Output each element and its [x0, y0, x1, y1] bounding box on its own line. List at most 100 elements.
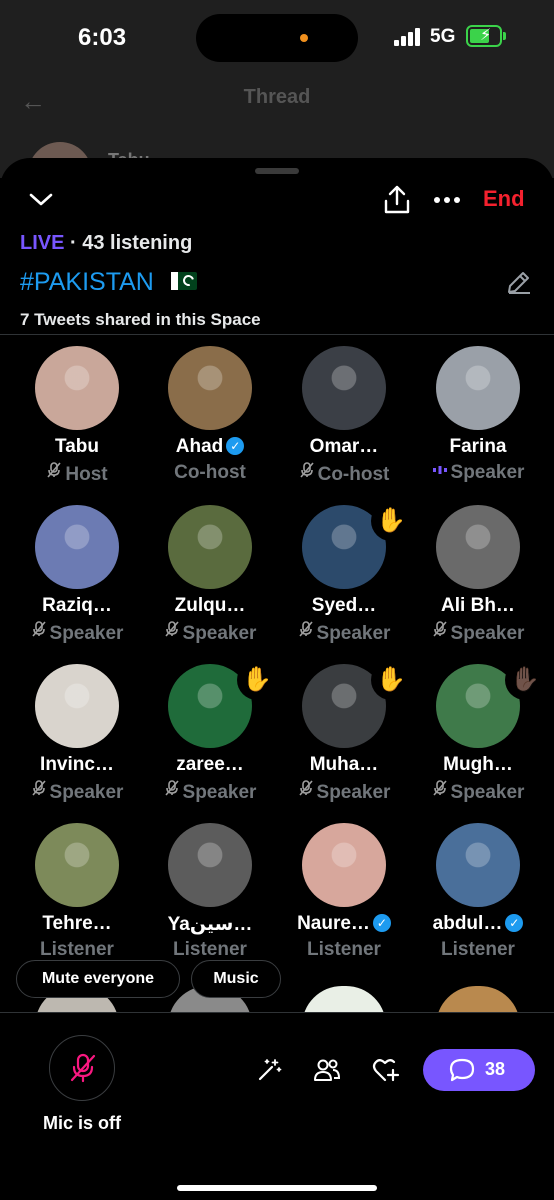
avatar	[302, 823, 386, 907]
participant-name: Yaسین…	[141, 913, 279, 936]
avatar	[35, 664, 119, 748]
participant-name: Tehre…	[8, 913, 146, 935]
participant-tile[interactable]: Invinc… Speaker	[8, 664, 146, 814]
participant-role-text: Co-host	[317, 464, 390, 485]
participant-name-text: Raziq…	[42, 595, 112, 616]
participant-tile[interactable]: Naure… ✓ Listener	[275, 823, 413, 973]
avatar	[436, 505, 520, 589]
home-indicator[interactable]	[177, 1185, 377, 1191]
participant-role-text: Speaker	[316, 782, 391, 803]
participant-tile[interactable]: ✋ zaree… Speaker	[141, 660, 279, 814]
participant-tile[interactable]: Raziq… Speaker	[8, 505, 146, 655]
participant-name-text: Naure…	[297, 913, 370, 934]
participant-name: Muha…	[275, 754, 413, 776]
participant-tile[interactable]: ✋ Muha… Speaker	[275, 660, 413, 814]
participant-role-text: Listener	[40, 939, 114, 960]
participant-role: Speaker	[409, 621, 547, 645]
avatar	[35, 505, 119, 589]
more-icon[interactable]	[433, 193, 461, 211]
edit-icon[interactable]	[505, 268, 533, 301]
participant-role-text: Listener	[173, 939, 247, 960]
participant-role: Speaker	[141, 621, 279, 645]
participant-name-text: Tehre…	[42, 913, 112, 934]
mic-indicator-dot	[300, 34, 308, 42]
bottom-bar: Mic is off 38	[0, 1012, 554, 1200]
end-button[interactable]: End	[483, 186, 525, 212]
participant-name: Ali Bh…	[409, 595, 547, 617]
participant-tile[interactable]: ✋🏿 Mugh… Speaker	[409, 660, 547, 814]
live-tag: LIVE	[20, 232, 65, 254]
participant-name: Raziq…	[8, 595, 146, 617]
participant-tile[interactable]: abdul… ✓ Listener	[409, 823, 547, 973]
participant-name-text: Ali Bh…	[441, 595, 515, 616]
people-icon[interactable]	[313, 1057, 341, 1088]
raised-hand-icon: ✋🏿	[505, 660, 545, 700]
mute-everyone-button[interactable]: Mute everyone	[16, 960, 180, 998]
comment-icon	[449, 1058, 475, 1082]
share-icon[interactable]	[383, 185, 411, 220]
participant-role: Listener	[8, 939, 146, 961]
mic-off-icon	[70, 1053, 96, 1083]
participant-role: Speaker	[141, 780, 279, 804]
participant-tile[interactable]: Ahad ✓ Co-host	[141, 346, 279, 496]
signal-icon	[394, 28, 424, 46]
verified-badge-icon: ✓	[505, 914, 524, 932]
chevron-down-icon[interactable]	[28, 190, 54, 215]
participant-role: Speaker	[8, 780, 146, 804]
participant-name-text: Zulqu…	[174, 595, 246, 616]
participant-name-text: Tabu	[55, 436, 99, 457]
participant-tile[interactable]: Yaسین… Listener	[141, 823, 279, 973]
participant-role: Listener	[409, 939, 547, 961]
music-button[interactable]: Music	[191, 960, 281, 998]
mic-off-icon	[298, 780, 314, 799]
avatar	[35, 346, 119, 430]
sheet-grabber[interactable]	[255, 168, 299, 174]
mic-off-icon	[299, 462, 315, 481]
avatar	[436, 823, 520, 907]
participant-name: Omar…	[275, 436, 413, 458]
mic-off-icon	[31, 621, 47, 640]
pakistan-flag-icon	[171, 272, 197, 290]
comments-button[interactable]: 38	[423, 1049, 535, 1091]
participant-role: Speaker	[8, 621, 146, 645]
participant-role: Listener	[141, 939, 279, 961]
participant-name: Tabu	[8, 436, 146, 458]
participant-name-text: Mugh…	[443, 754, 513, 775]
heart-plus-icon[interactable]	[372, 1057, 400, 1088]
avatar	[35, 823, 119, 907]
participant-name-text: Ahad	[175, 436, 224, 457]
participant-name: Mugh…	[409, 754, 547, 776]
raised-hand-icon: ✋	[371, 501, 411, 541]
participant-tile[interactable]: Tehre… Listener	[8, 823, 146, 973]
participant-name: Syed…	[275, 595, 413, 617]
participant-tile[interactable]: ✋ Syed… Speaker	[275, 501, 413, 655]
participant-role-text: Speaker	[450, 782, 525, 803]
mic-off-icon	[432, 780, 448, 799]
participant-role: Listener	[275, 939, 413, 961]
mic-off-icon	[31, 780, 47, 799]
participant-role: Co-host	[275, 462, 413, 486]
participant-role-text: Speaker	[49, 782, 124, 803]
tweets-shared-link[interactable]: 7 Tweets shared in this Space	[20, 310, 261, 330]
participant-tile[interactable]: Ali Bh… Speaker	[409, 505, 547, 655]
participant-tile[interactable]: Tabu Host	[8, 346, 146, 496]
participant-name: abdul… ✓	[409, 913, 547, 935]
participant-tile[interactable]: Omar… Co-host	[275, 346, 413, 496]
avatar	[168, 823, 252, 907]
magic-wand-icon[interactable]	[256, 1057, 282, 1088]
raised-hand-icon: ✋	[371, 660, 411, 700]
mic-off-icon	[164, 780, 180, 799]
participant-tile[interactable]: Farina Speaker	[409, 346, 547, 496]
participant-name-text: Yaسین…	[167, 914, 253, 935]
participant-tile[interactable]: Zulqu… Speaker	[141, 505, 279, 655]
participant-role-text: Speaker	[316, 623, 391, 644]
live-status: LIVE · 43 listening	[20, 232, 192, 255]
participant-name: Zulqu…	[141, 595, 279, 617]
space-title: #PAKISTAN	[20, 268, 154, 296]
verified-badge-icon: ✓	[226, 437, 245, 455]
mic-off-icon	[432, 621, 448, 640]
mic-toggle-button[interactable]	[49, 1035, 115, 1101]
avatar	[436, 346, 520, 430]
participant-role: Host	[8, 462, 146, 486]
participant-role: Speaker	[409, 462, 547, 484]
